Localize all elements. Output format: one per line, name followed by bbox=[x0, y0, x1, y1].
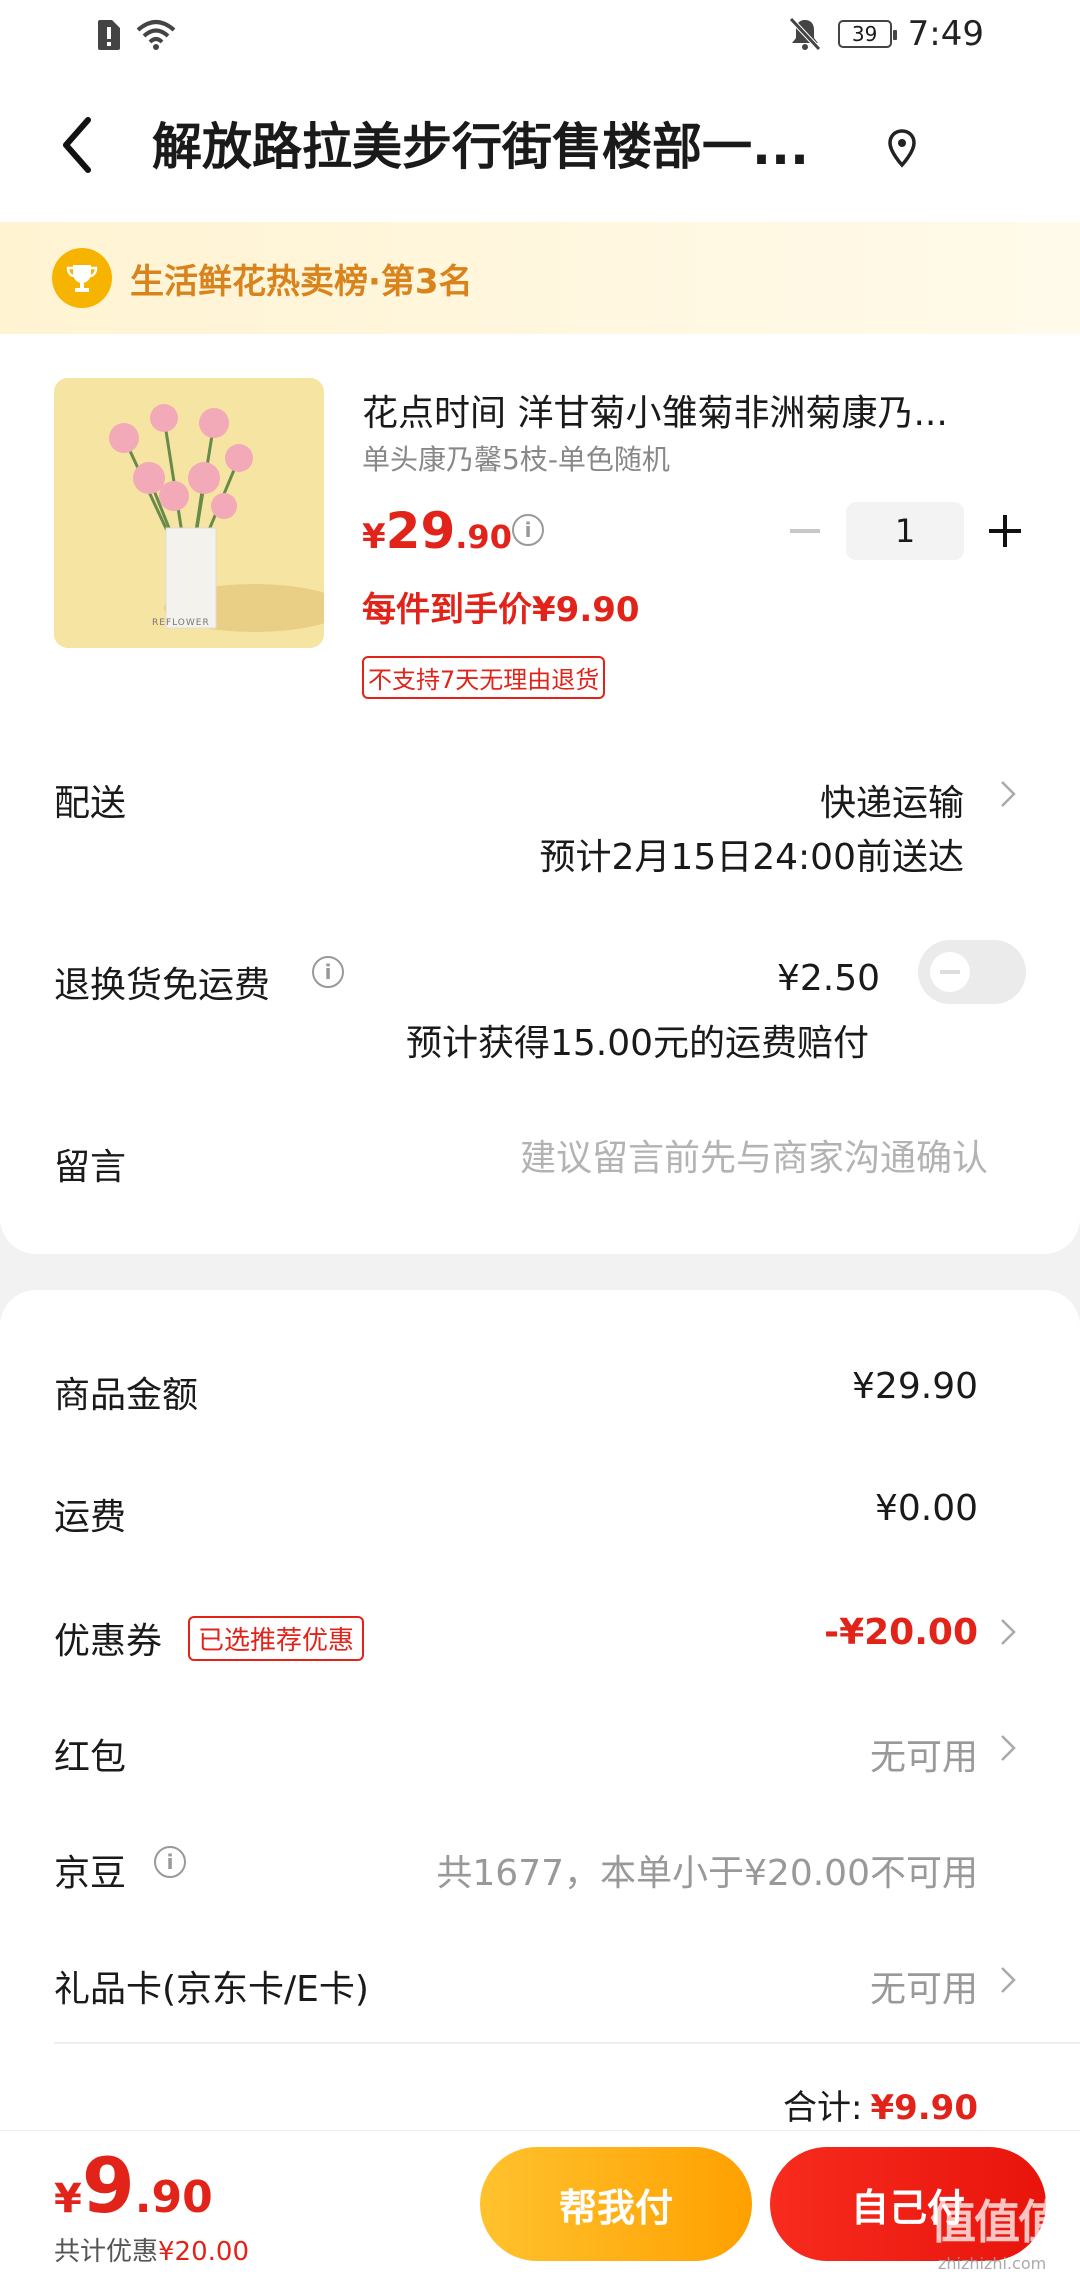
decrease-button[interactable] bbox=[780, 506, 830, 556]
location-pin-icon[interactable] bbox=[884, 128, 920, 168]
clock: 7:49 bbox=[907, 14, 984, 54]
total-label: 合计: bbox=[782, 2088, 863, 2128]
gift-card-label: 礼品卡(京东卡/E卡) bbox=[54, 1969, 369, 2010]
no-return-badge: 不支持7天无理由退货 bbox=[362, 656, 606, 699]
trophy-icon bbox=[52, 248, 112, 308]
status-left bbox=[96, 18, 176, 52]
product-image[interactable]: REFLOWER bbox=[54, 378, 324, 648]
price-yen: ¥ bbox=[362, 517, 386, 557]
battery-level: 39 bbox=[851, 22, 878, 46]
chevron-right-icon[interactable] bbox=[996, 1612, 1020, 1652]
pay-integer: 9 bbox=[81, 2141, 135, 2230]
jingdou-info-icon[interactable]: i bbox=[154, 1846, 186, 1878]
sim-alert-icon bbox=[98, 20, 120, 50]
back-arrow-icon[interactable] bbox=[48, 110, 108, 180]
discount-label: 共计优惠 bbox=[54, 2237, 159, 2267]
price-summary-card: 商品金额 ¥29.90 运费 ¥0.00 优惠券 已选推荐优惠 -¥20.00 … bbox=[0, 1290, 1080, 2150]
total-discount: 共计优惠¥20.00 bbox=[54, 2231, 249, 2268]
price-decimal: .90 bbox=[455, 518, 512, 556]
coupon-label: 优惠券 bbox=[54, 1621, 163, 1662]
chevron-right-icon[interactable] bbox=[996, 774, 1020, 814]
delivery-label: 配送 bbox=[54, 783, 127, 824]
return-shipping-toggle[interactable] bbox=[918, 940, 1026, 1004]
total-value: ¥9.90 bbox=[870, 2088, 978, 2128]
mute-bell-icon bbox=[788, 17, 821, 51]
message-label: 留言 bbox=[54, 1147, 127, 1188]
delivery-eta: 预计2月15日24:00前送达 bbox=[539, 837, 964, 878]
red-packet-value[interactable]: 无可用 bbox=[870, 1728, 978, 1780]
product-image-brand: REFLOWER bbox=[152, 618, 210, 628]
jingdou-label: 京豆 bbox=[54, 1853, 127, 1894]
return-shipping-price: ¥2.50 bbox=[776, 958, 880, 999]
address-title[interactable]: 解放路拉美步行街售楼部一... bbox=[152, 112, 862, 182]
rank-text: 生活鲜花热卖榜·第3名 bbox=[130, 261, 473, 302]
quantity-value[interactable]: 1 bbox=[846, 502, 964, 560]
order-product-card: REFLOWER 花点时间 洋甘菊小雏菊非洲菊康乃... 单头康乃馨5枝-单色随… bbox=[0, 334, 1080, 1254]
return-shipping-label: 退换货免运费 bbox=[54, 965, 271, 1006]
divider bbox=[54, 2042, 1080, 2044]
discount-value: ¥20.00 bbox=[158, 2237, 249, 2267]
rank-banner[interactable]: 生活鲜花热卖榜·第3名 bbox=[0, 222, 1080, 334]
increase-button[interactable] bbox=[980, 506, 1030, 556]
nav-bar: 解放路拉美步行街售楼部一... bbox=[0, 72, 1080, 222]
checkout-bar: ¥ 9 .90 共计优惠¥20.00 帮我付 自己付 bbox=[0, 2130, 1080, 2280]
freight-value: ¥0.00 bbox=[874, 1488, 978, 1529]
jingdou-value: 共1677，本单小于¥20.00不可用 bbox=[436, 1853, 978, 1894]
battery-icon: 39 bbox=[837, 20, 897, 48]
chevron-right-icon[interactable] bbox=[996, 1960, 1020, 2000]
message-input[interactable] bbox=[428, 1138, 988, 1179]
chevron-right-icon[interactable] bbox=[996, 1728, 1020, 1768]
plus-icon bbox=[989, 515, 1021, 547]
toggle-knob bbox=[930, 952, 970, 992]
return-compensation: 预计获得15.00元的运费赔付 bbox=[406, 1023, 870, 1064]
quantity-stepper: 1 bbox=[780, 502, 1030, 560]
product-name[interactable]: 花点时间 洋甘菊小雏菊非洲菊康乃... bbox=[362, 384, 1002, 436]
coupon-recommended-tag: 已选推荐优惠 bbox=[188, 1616, 365, 1661]
minus-icon bbox=[790, 529, 820, 533]
help-pay-button[interactable]: 帮我付 bbox=[480, 2147, 752, 2261]
freight-label: 运费 bbox=[54, 1497, 127, 1538]
price-info-icon[interactable]: i bbox=[512, 514, 544, 546]
coupon-value[interactable]: -¥20.00 bbox=[824, 1612, 978, 1653]
wifi-icon bbox=[136, 20, 176, 50]
order-total: 合计: ¥9.90 bbox=[783, 2080, 978, 2129]
return-shipping-info-icon[interactable]: i bbox=[312, 956, 344, 988]
goods-amount-value: ¥29.90 bbox=[852, 1366, 978, 1407]
status-right: 39 7:49 bbox=[788, 14, 984, 54]
pay-decimal: .90 bbox=[134, 2172, 213, 2223]
watermark-logo: 值值值 bbox=[930, 2195, 1064, 2249]
per-item-price: 每件到手价¥9.90 bbox=[362, 590, 640, 630]
pay-amount: ¥ 9 .90 bbox=[54, 2141, 213, 2230]
status-bar: 39 7:49 bbox=[0, 0, 1080, 72]
red-packet-label: 红包 bbox=[54, 1737, 127, 1778]
price-integer: 29 bbox=[385, 502, 456, 560]
watermark-url: zhizhizhi.com bbox=[938, 2254, 1047, 2273]
delivery-method[interactable]: 快递运输 bbox=[820, 774, 964, 826]
goods-amount-label: 商品金额 bbox=[54, 1375, 199, 1416]
minus-icon bbox=[940, 970, 960, 974]
gift-card-value[interactable]: 无可用 bbox=[870, 1960, 978, 2012]
pay-yen: ¥ bbox=[54, 2176, 82, 2222]
product-spec[interactable]: 单头康乃馨5枝-单色随机 bbox=[362, 438, 670, 478]
product-price: ¥ 29 .90 bbox=[362, 502, 512, 560]
